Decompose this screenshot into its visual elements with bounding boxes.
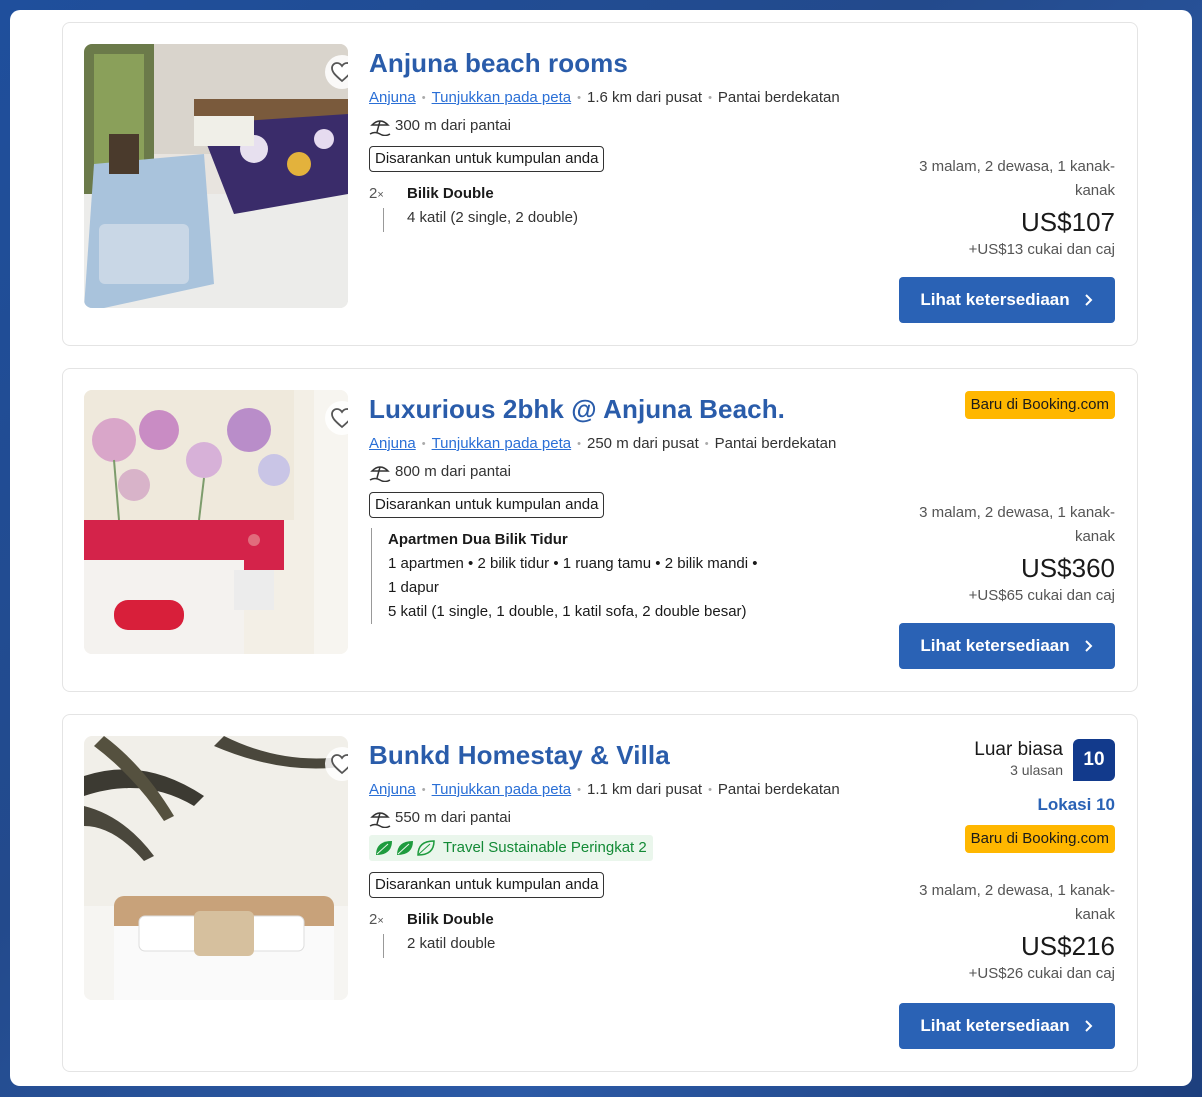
review-score[interactable]: Luar biasa 3 ulasan 10 <box>974 739 1115 781</box>
see-availability-button[interactable]: Lihat ketersediaan <box>899 1003 1115 1049</box>
room-multiplier: 2× <box>369 185 384 203</box>
property-info: Luxurious 2bhk @ Anjuna Beach. Anjuna • Tu… <box>369 391 889 625</box>
see-availability-button[interactable]: Lihat ketersediaan <box>899 277 1115 323</box>
new-on-booking-badge: Baru di Booking.com <box>964 391 1115 419</box>
beach-distance: 300 m dari pantai <box>395 117 511 135</box>
property-photo[interactable] <box>84 390 348 654</box>
beach-distance: 800 m dari pantai <box>395 463 511 481</box>
center-distance: 250 m dari pusat <box>587 435 699 452</box>
apartment-rooms-cont: 1 dapur <box>388 579 439 597</box>
stay-info: 3 malam, 2 dewasa, 1 kanak-kanak <box>919 158 1115 199</box>
price-block: 3 malam, 2 dewasa, 1 kanak-kanak US$216 … <box>905 879 1115 985</box>
price: US$216 <box>1021 931 1115 961</box>
review-count: 3 ulasan <box>1010 762 1063 778</box>
see-availability-button[interactable]: Lihat ketersediaan <box>899 623 1115 669</box>
price: US$360 <box>1021 553 1115 583</box>
location-line: Anjuna • Tunjukkan pada peta • 1.6 km dari p… <box>369 89 840 106</box>
map-link[interactable]: Tunjukkan pada peta <box>432 89 572 106</box>
beach-umbrella-icon <box>369 466 391 483</box>
recommend-badge: Disarankan untuk kumpulan anda <box>369 146 605 173</box>
score-badge: 10 <box>1073 739 1115 781</box>
room-name: Bilik Double <box>407 185 494 203</box>
room-multiplier: 2× <box>369 911 384 929</box>
center-distance: 1.6 km dari pusat <box>587 89 703 106</box>
chevron-right-icon <box>1084 640 1093 652</box>
beach-distance-row: 300 m dari pantai <box>369 115 889 137</box>
room-beds: 2 katil double <box>407 935 496 953</box>
new-on-booking-badge: Baru di Booking.com <box>964 825 1115 853</box>
sustainable-badge[interactable]: Travel Sustainable Peringkat 2 <box>369 835 653 862</box>
recommend-badge: Disarankan untuk kumpulan anda <box>369 492 605 519</box>
beach-umbrella-icon <box>369 812 391 829</box>
price-block: 3 malam, 2 dewasa, 1 kanak-kanak US$360 … <box>905 501 1115 607</box>
apartment-rooms: 1 apartmen • 2 bilik tidur • 1 ruang tam… <box>388 555 758 573</box>
tax-info: +US$13 cukai dan caj <box>968 241 1115 258</box>
beach-distance-row: 550 m dari pantai <box>369 807 889 829</box>
property-info: Bunkd Homestay & Villa Anjuna • Tunjukkan … <box>369 737 889 959</box>
area-link[interactable]: Anjuna <box>369 89 416 106</box>
map-link[interactable]: Tunjukkan pada peta <box>432 435 572 452</box>
beach-tag: Pantai berdekatan <box>717 89 840 106</box>
property-title[interactable]: Anjuna beach rooms <box>369 45 889 81</box>
property-title[interactable]: Bunkd Homestay & Villa <box>369 737 889 773</box>
map-link[interactable]: Tunjukkan pada peta <box>432 781 572 798</box>
location-line: Anjuna • Tunjukkan pada peta • 1.1 km dari p… <box>369 781 840 798</box>
property-card: Luxurious 2bhk @ Anjuna Beach. Anjuna • Tu… <box>62 368 1138 692</box>
apartment-info: Apartmen Dua Bilik Tidur 1 apartmen • 2 … <box>371 528 889 625</box>
chevron-right-icon <box>1084 294 1093 306</box>
stay-info: 3 malam, 2 dewasa, 1 kanak-kanak <box>919 504 1115 545</box>
apartment-name: Apartmen Dua Bilik Tidur <box>388 531 568 549</box>
property-info: Anjuna beach rooms Anjuna • Tunjukkan pada… <box>369 45 889 233</box>
beach-tag: Pantai berdekatan <box>717 781 840 798</box>
property-photo[interactable] <box>84 44 348 308</box>
property-card: Anjuna beach rooms Anjuna • Tunjukkan pada… <box>62 22 1138 346</box>
beach-umbrella-icon <box>369 120 391 137</box>
room-info: 2× Bilik Double 4 katil (2 single, 2 dou… <box>369 182 889 233</box>
price: US$107 <box>1021 207 1115 237</box>
heart-icon <box>331 62 348 83</box>
recommend-badge: Disarankan untuk kumpulan anda <box>369 872 605 899</box>
property-title[interactable]: Luxurious 2bhk @ Anjuna Beach. <box>369 391 889 427</box>
results-panel: Anjuna beach rooms Anjuna • Tunjukkan pada… <box>10 10 1192 1086</box>
room-name: Bilik Double <box>407 911 494 929</box>
property-card: Bunkd Homestay & Villa Anjuna • Tunjukkan … <box>62 714 1138 1072</box>
property-photo[interactable] <box>84 736 348 1000</box>
location-line: Anjuna • Tunjukkan pada peta • 250 m dari pu… <box>369 435 837 452</box>
heart-icon <box>331 408 348 429</box>
area-link[interactable]: Anjuna <box>369 435 416 452</box>
room-info: 2× Bilik Double 2 katil double <box>369 908 889 959</box>
apartment-beds: 5 katil (1 single, 1 double, 1 katil sof… <box>388 603 747 621</box>
tax-info: +US$65 cukai dan caj <box>968 587 1115 604</box>
tax-info: +US$26 cukai dan caj <box>968 965 1115 982</box>
score-label: Luar biasa <box>974 739 1063 760</box>
beach-distance-row: 800 m dari pantai <box>369 461 889 483</box>
beach-distance: 550 m dari pantai <box>395 809 511 827</box>
room-beds: 4 katil (2 single, 2 double) <box>407 209 578 227</box>
chevron-right-icon <box>1084 1020 1093 1032</box>
leaf-icon <box>376 840 435 856</box>
price-block: 3 malam, 2 dewasa, 1 kanak-kanak US$107 … <box>905 155 1115 261</box>
location-score: Lokasi 10 <box>1037 795 1116 814</box>
stay-info: 3 malam, 2 dewasa, 1 kanak-kanak <box>919 882 1115 923</box>
area-link[interactable]: Anjuna <box>369 781 416 798</box>
center-distance: 1.1 km dari pusat <box>587 781 703 798</box>
beach-tag: Pantai berdekatan <box>714 435 837 452</box>
heart-icon <box>331 754 348 775</box>
